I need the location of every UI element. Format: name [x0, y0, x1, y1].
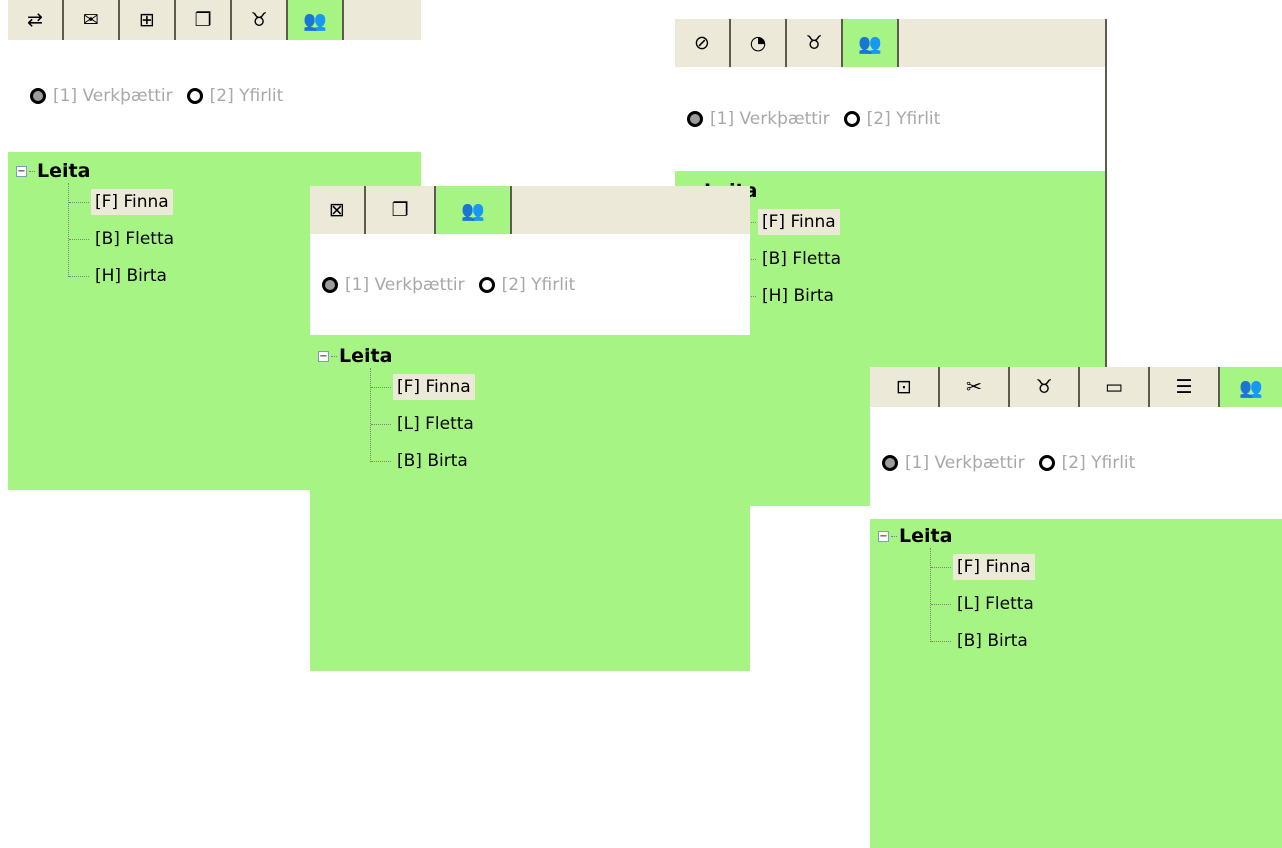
radio-checked-icon — [882, 455, 898, 471]
tab-cut-icon[interactable]: ✂ — [940, 367, 1010, 407]
tab-exit-icon[interactable]: ⇄ — [8, 0, 64, 40]
tree-item-finna[interactable]: [F] Finna — [69, 183, 178, 220]
tab-binoculars-icon[interactable]: 👥 — [436, 186, 512, 234]
collapse-icon[interactable]: − — [318, 350, 329, 362]
radio-group: [1] Verkþættir [2] Yfirlit — [675, 67, 1105, 171]
tree-view: − Leita [F] Finna [L] Fletta [B] Birta — [878, 524, 1038, 651]
tree-item-fletta[interactable]: [B] Fletta — [736, 240, 845, 277]
radio-yfirlit[interactable]: [2] Yfirlit — [186, 86, 283, 106]
tab-pie-icon[interactable]: ◔ — [731, 19, 787, 67]
tab-bucket-icon[interactable]: ♉ — [787, 19, 843, 67]
tab-folder-icon[interactable]: ▭ — [1080, 367, 1150, 407]
tree-item-finna[interactable]: [F] Finna — [371, 368, 478, 405]
tab-grid-icon[interactable]: ⊞ — [120, 0, 176, 40]
tab-bar: ⊘ ◔ ♉ 👥 — [675, 19, 1105, 67]
tab-export-icon[interactable]: ⊡ — [870, 367, 940, 407]
radio-group: [1] Verkþættir [2] Yfirlit — [870, 407, 1282, 519]
radio-unchecked-icon — [843, 111, 860, 127]
radio-yfirlit[interactable]: [2] Yfirlit — [478, 275, 575, 295]
radio-checked-icon — [322, 276, 338, 293]
tree-root[interactable]: −Leita — [16, 159, 178, 183]
tree-children: [F] Finna [L] Fletta [B] Birta — [370, 368, 478, 471]
radio-group: [1] Verkþættir [2] Yfirlit — [310, 234, 750, 335]
tab-bucket-icon[interactable]: ♉ — [1010, 367, 1080, 407]
tree-children: [F] Finna [L] Fletta [B] Birta — [930, 548, 1038, 651]
tree-view: −Leita [F] Finna [B] Fletta [H] Birta — [16, 159, 178, 286]
tree-item-finna[interactable]: [F] Finna — [736, 203, 845, 240]
collapse-icon[interactable]: − — [878, 530, 889, 542]
tree-root[interactable]: −Leita — [878, 524, 1038, 548]
tab-clock-icon[interactable]: ⊘ — [675, 19, 731, 67]
radio-unchecked-icon — [186, 88, 203, 104]
radio-unchecked-icon — [1038, 455, 1055, 471]
tree-item-birta[interactable]: [H] Birta — [736, 277, 845, 314]
tree-root[interactable]: −Leita — [318, 344, 478, 368]
tab-mail-icon[interactable]: ✉ — [64, 0, 120, 40]
radio-yfirlit[interactable]: [2] Yfirlit — [1038, 453, 1135, 473]
radio-verkthaettir[interactable]: [1] Verkþættir — [687, 109, 830, 129]
tab-binoculars-icon[interactable]: 👥 — [1220, 367, 1282, 407]
panel-4: ⊡ ✂ ♉ ▭ ☰ 👥 [1] Verkþættir [2] Yfirlit −… — [870, 367, 1282, 848]
tree-view: − Leita [F] Finna [L] Fletta [B] Birta — [318, 344, 478, 471]
tab-bar: ⊡ ✂ ♉ ▭ ☰ 👥 — [870, 367, 1282, 407]
tree-item-birta[interactable]: [B] Birta — [931, 622, 1038, 659]
tree-children: [F] Finna [B] Fletta [H] Birta — [68, 183, 178, 286]
radio-verkthaettir[interactable]: [1] Verkþættir — [882, 453, 1025, 473]
radio-verkthaettir[interactable]: [1] Verkþættir — [322, 275, 465, 295]
tree-item-fletta[interactable]: [B] Fletta — [69, 220, 178, 257]
tab-properties-icon[interactable]: ⊠ — [310, 186, 366, 234]
collapse-icon[interactable]: − — [16, 165, 27, 177]
tab-bar: ⇄ ✉ ⊞ ❐ ♉ 👥 — [8, 0, 421, 40]
radio-group: [1] Verkþættir [2] Yfirlit — [8, 40, 421, 152]
tree-item-birta[interactable]: [H] Birta — [69, 257, 178, 294]
tree-item-birta[interactable]: [B] Birta — [371, 442, 478, 479]
radio-verkthaettir[interactable]: [1] Verkþættir — [30, 86, 173, 106]
panel-2: ⊠ ❐ 👥 [1] Verkþættir [2] Yfirlit − Leita … — [310, 186, 750, 671]
tab-bar: ⊠ ❐ 👥 — [310, 186, 750, 234]
tab-document-icon[interactable]: ❐ — [176, 0, 232, 40]
tab-document-icon[interactable]: ❐ — [366, 186, 436, 234]
tab-list-icon[interactable]: ☰ — [1150, 367, 1220, 407]
radio-checked-icon — [687, 111, 703, 127]
tree-children: [F] Finna [B] Fletta [H] Birta — [735, 203, 845, 306]
radio-yfirlit[interactable]: [2] Yfirlit — [843, 109, 940, 129]
radio-unchecked-icon — [478, 276, 495, 293]
tab-bucket-icon[interactable]: ♉ — [232, 0, 288, 40]
tab-binoculars-icon[interactable]: 👥 — [843, 19, 899, 67]
tree-item-finna[interactable]: [F] Finna — [931, 548, 1038, 585]
tree-item-fletta[interactable]: [L] Fletta — [371, 405, 478, 442]
radio-checked-icon — [30, 88, 46, 104]
tree-item-fletta[interactable]: [L] Fletta — [931, 585, 1038, 622]
tab-binoculars-icon[interactable]: 👥 — [288, 0, 344, 40]
